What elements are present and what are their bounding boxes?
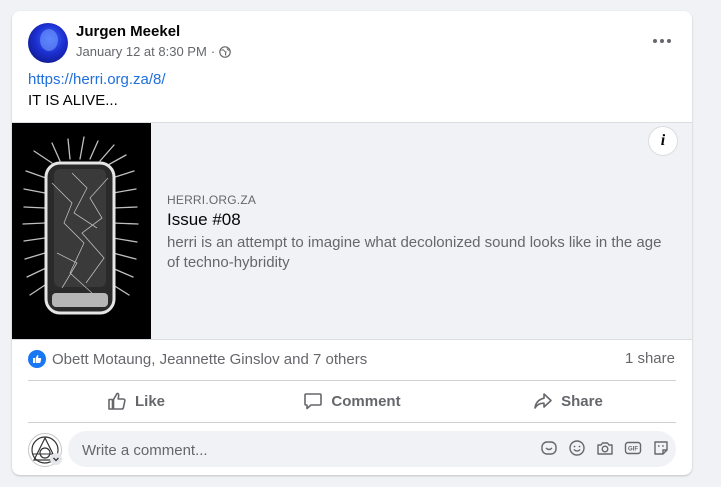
comment-composer: GIF [28,431,676,469]
like-button[interactable]: Like [28,383,244,419]
reaction-names[interactable]: Obett Motaung, Jeannette Ginslov and 7 o… [52,351,367,368]
more-options-button[interactable] [650,29,674,53]
gif-icon[interactable]: GIF [624,439,642,457]
share-label: Share [561,392,603,410]
share-button[interactable]: Share [460,383,676,419]
post-meta: January 12 at 8:30 PM · [76,44,231,59]
meta-separator: · [210,44,216,59]
info-icon[interactable]: i [649,127,677,155]
comment-icon [304,393,323,410]
like-label: Like [134,392,165,410]
share-arrow-icon [534,393,552,409]
post-text: IT IS ALIVE... [28,92,118,109]
post-link[interactable]: https://herri.org.za/8/ [28,71,166,88]
globe-icon[interactable] [219,45,231,58]
preview-thumbnail[interactable] [12,123,151,339]
post-timestamp[interactable]: January 12 at 8:30 PM [76,44,207,59]
sticker-icon[interactable] [652,439,670,457]
composer-tools: GIF [540,439,670,457]
share-count[interactable]: 1 share [625,350,675,367]
divider [28,422,676,423]
preview-description: herri is an attempt to imagine what deco… [167,234,662,271]
divider [28,380,676,381]
author-avatar[interactable] [28,23,68,63]
preview-title[interactable]: Issue #08 [167,210,241,230]
thumbs-up-icon [108,392,126,410]
preview-domain: HERRI.ORG.ZA [167,193,257,207]
action-bar: Like Comment Share [28,383,676,419]
camera-icon[interactable] [596,439,614,457]
author-name[interactable]: Jurgen Meekel [76,23,180,40]
like-reaction-icon [28,350,46,368]
link-preview[interactable]: HERRI.ORG.ZA Issue #08 herri is an attem… [12,122,692,340]
avatar-sticker-icon[interactable] [540,439,558,457]
dot [660,39,664,43]
gif-label: GIF [628,446,638,452]
dot [653,39,657,43]
emoji-icon[interactable] [568,439,586,457]
chevron-down-icon[interactable] [50,453,62,465]
comment-box[interactable]: GIF [68,431,676,469]
comment-label: Comment [331,392,401,410]
dot [667,39,671,43]
reaction-summary[interactable]: Obett Motaung, Jeannette Ginslov and 7 o… [28,348,367,370]
comment-button[interactable]: Comment [244,383,460,419]
comment-input[interactable] [80,431,524,469]
post-card: Jurgen Meekel January 12 at 8:30 PM · ht… [12,11,692,475]
